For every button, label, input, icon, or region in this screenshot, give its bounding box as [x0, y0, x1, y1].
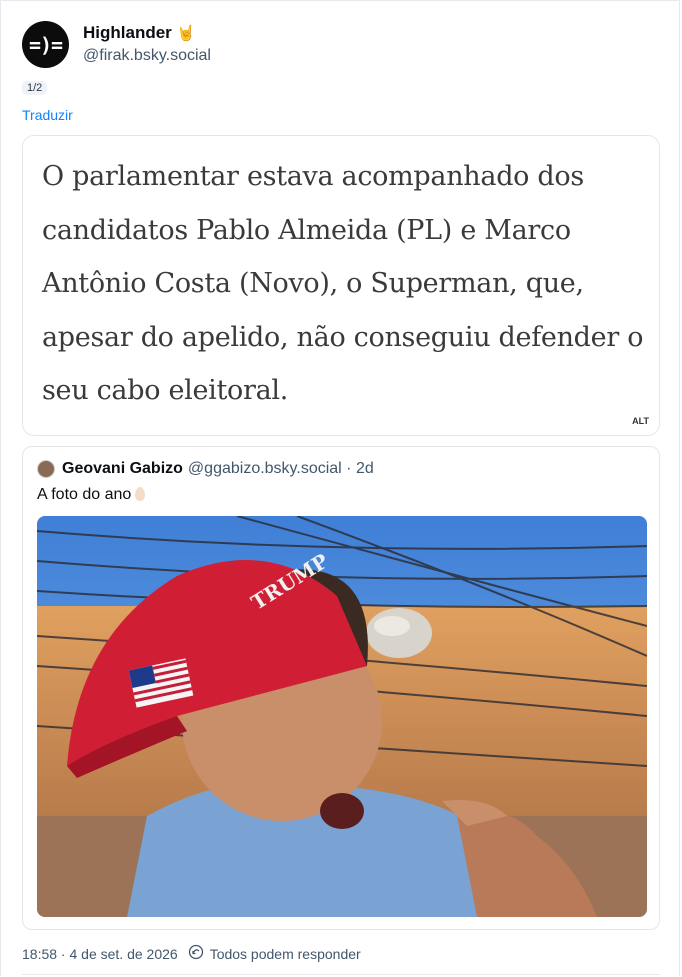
- post-container: =)= Highlander 🤘 @firak.bsky.social 1/2 …: [0, 0, 680, 976]
- quoted-post-header: Geovani Gabizo @ggabizo.bsky.social · 2d: [37, 460, 374, 478]
- quoted-author-avatar[interactable]: [37, 460, 55, 478]
- quoted-author-name[interactable]: Geovani Gabizo: [62, 460, 183, 478]
- egg-emoji-icon: [135, 487, 146, 501]
- quoted-post-text: A foto do ano: [37, 486, 146, 504]
- divider: [22, 974, 660, 975]
- image-quote-text: O parlamentar estava acompanhado dos can…: [42, 161, 644, 406]
- post-footer: 18:58 · 4 de set. de 2026 Todos podem re…: [22, 944, 361, 963]
- quoted-author-handle: @ggabizo.bsky.social · 2d: [187, 460, 374, 477]
- quoted-post[interactable]: Geovani Gabizo @ggabizo.bsky.social · 2d…: [22, 446, 660, 930]
- author-display-name[interactable]: Highlander 🤘: [83, 22, 211, 45]
- post-image[interactable]: O parlamentar estava acompanhado dos can…: [22, 135, 660, 436]
- author-avatar[interactable]: =)=: [22, 21, 69, 68]
- rock-hand-emoji-icon: 🤘: [176, 25, 196, 42]
- quoted-post-photo[interactable]: TRUMP: [37, 516, 647, 917]
- reply-settings-icon: [188, 944, 204, 963]
- photo-illustration: TRUMP: [37, 516, 647, 917]
- reply-settings-label[interactable]: Todos podem responder: [210, 946, 361, 962]
- author-names: Highlander 🤘 @firak.bsky.social: [83, 22, 211, 67]
- post-author[interactable]: =)= Highlander 🤘 @firak.bsky.social: [22, 21, 211, 68]
- author-handle[interactable]: @firak.bsky.social: [83, 45, 211, 67]
- alt-badge[interactable]: ALT: [630, 415, 651, 427]
- post-timestamp[interactable]: 18:58 · 4 de set. de 2026: [22, 946, 178, 962]
- thread-position-badge: 1/2: [22, 81, 48, 95]
- translate-link[interactable]: Traduzir: [22, 107, 73, 123]
